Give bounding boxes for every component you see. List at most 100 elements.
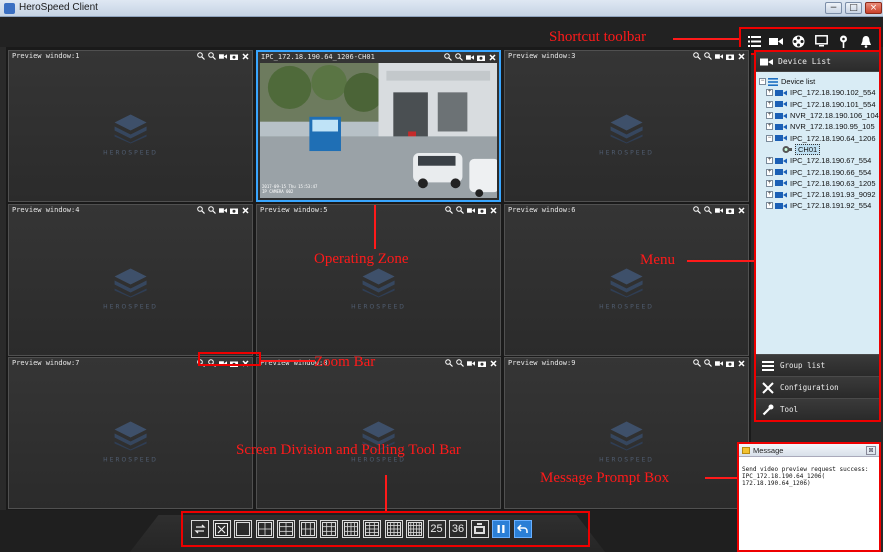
- snapshot-icon[interactable]: [726, 359, 734, 367]
- expand-toggle[interactable]: +: [766, 112, 773, 120]
- snapshot-icon[interactable]: [726, 52, 734, 60]
- zoom-in-icon[interactable]: [197, 52, 205, 60]
- zoom-in-icon[interactable]: [693, 52, 701, 60]
- camera-icon[interactable]: [768, 33, 784, 49]
- record-icon[interactable]: [466, 53, 474, 61]
- preview-pane[interactable]: Preview window:5 HEROSPEED: [256, 204, 501, 356]
- layout-10-icon[interactable]: [341, 520, 360, 538]
- close-pane-icon[interactable]: [241, 206, 249, 214]
- snapshot-icon[interactable]: [726, 206, 734, 214]
- tree-device-item[interactable]: + NVR_172.18.190.106_104: [756, 110, 879, 121]
- zoom-out-icon[interactable]: [456, 359, 464, 367]
- tree-device-item[interactable]: − IPC_172.18.190.64_1206: [756, 132, 879, 143]
- map-pin-icon[interactable]: [835, 33, 851, 49]
- zoom-in-icon[interactable]: [693, 359, 701, 367]
- snapshot-icon[interactable]: [478, 359, 486, 367]
- layout-20-icon[interactable]: [406, 520, 424, 538]
- expand-toggle[interactable]: +: [766, 202, 773, 210]
- zoom-out-icon[interactable]: [704, 206, 712, 214]
- tree-channel-item[interactable]: CH01: [756, 143, 879, 155]
- maximize-button[interactable]: □: [845, 2, 862, 14]
- preview-pane[interactable]: IPC_172.18.190.64_1206-CH01 2017-09-15 Th…: [256, 50, 501, 202]
- record-icon[interactable]: [715, 359, 723, 367]
- polling-icon[interactable]: [191, 520, 209, 538]
- preview-pane[interactable]: Preview window:1 HEROSPEED: [8, 50, 253, 202]
- message-close-button[interactable]: ⊠: [866, 446, 876, 455]
- record-icon[interactable]: [219, 52, 227, 60]
- zoom-out-icon[interactable]: [704, 52, 712, 60]
- tree-device-item[interactable]: + IPC_172.18.190.67_554: [756, 155, 879, 166]
- tool-button[interactable]: Tool: [756, 398, 879, 420]
- expand-toggle[interactable]: +: [766, 100, 773, 108]
- expand-toggle[interactable]: −: [766, 134, 773, 142]
- minimize-button[interactable]: −: [825, 2, 842, 14]
- record-icon[interactable]: [715, 52, 723, 60]
- tree-device-item[interactable]: + IPC_172.18.190.66_554: [756, 166, 879, 177]
- zoom-out-icon[interactable]: [208, 52, 216, 60]
- snapshot-icon[interactable]: [477, 53, 485, 61]
- preview-pane[interactable]: Preview window:4 HEROSPEED: [8, 204, 253, 356]
- zoom-out-icon[interactable]: [455, 53, 463, 61]
- collapse-toggle[interactable]: −: [759, 78, 766, 86]
- close-pane-icon[interactable]: [489, 359, 497, 367]
- zoom-out-icon[interactable]: [704, 359, 712, 367]
- record-icon[interactable]: [467, 359, 475, 367]
- close-pane-icon[interactable]: [241, 52, 249, 60]
- tree-root[interactable]: − Device list: [756, 76, 879, 87]
- layout-6-icon[interactable]: [277, 520, 295, 538]
- preview-pane[interactable]: Preview window:8 HEROSPEED: [256, 357, 501, 509]
- tree-device-item[interactable]: + IPC_172.18.190.101_554: [756, 99, 879, 110]
- zoom-in-icon[interactable]: [444, 53, 452, 61]
- close-pane-icon[interactable]: [489, 206, 497, 214]
- layout-4-icon[interactable]: [255, 520, 274, 538]
- expand-toggle[interactable]: +: [766, 168, 773, 176]
- preview-pane[interactable]: Preview window:7 HEROSPEED: [8, 357, 253, 509]
- alarm-bell-icon[interactable]: [858, 33, 874, 49]
- return-icon[interactable]: [513, 520, 532, 538]
- expand-toggle[interactable]: +: [766, 191, 773, 199]
- tree-device-item[interactable]: + IPC_172.18.191.93_9092: [756, 189, 879, 200]
- configuration-button[interactable]: Configuration: [756, 376, 879, 398]
- expand-toggle[interactable]: +: [766, 89, 773, 97]
- close-pane-icon[interactable]: [737, 52, 745, 60]
- custom-layout-icon[interactable]: [470, 520, 489, 538]
- zoom-out-icon[interactable]: [456, 206, 464, 214]
- record-icon[interactable]: [715, 206, 723, 214]
- monitor-icon[interactable]: [813, 33, 829, 49]
- tree-device-item[interactable]: + IPC_172.18.190.63_1205: [756, 178, 879, 189]
- close-pane-icon[interactable]: [488, 53, 496, 61]
- layout-13-icon[interactable]: [363, 520, 381, 538]
- expand-toggle[interactable]: +: [766, 157, 773, 165]
- zoom-in-icon[interactable]: [693, 206, 701, 214]
- layout-16-icon[interactable]: [384, 520, 403, 538]
- fullscreen-icon[interactable]: [212, 520, 231, 538]
- expand-toggle[interactable]: +: [766, 179, 773, 187]
- zoom-in-icon[interactable]: [445, 359, 453, 367]
- zoom-in-icon[interactable]: [197, 206, 205, 214]
- expand-toggle[interactable]: +: [766, 123, 773, 131]
- layout-36-button[interactable]: 36: [449, 520, 467, 538]
- record-icon[interactable]: [219, 206, 227, 214]
- layout-9-icon[interactable]: [320, 520, 338, 538]
- layout-8-icon[interactable]: [298, 520, 317, 538]
- snapshot-icon[interactable]: [230, 52, 238, 60]
- preview-pane[interactable]: Preview window:9 HEROSPEED: [504, 357, 749, 509]
- close-pane-icon[interactable]: [737, 359, 745, 367]
- close-button[interactable]: ×: [865, 2, 882, 14]
- zoom-in-icon[interactable]: [445, 206, 453, 214]
- layout-25-button[interactable]: 25: [427, 520, 446, 538]
- tree-device-item[interactable]: + IPC_172.18.190.102_554: [756, 87, 879, 98]
- layout-1-icon[interactable]: [234, 520, 252, 538]
- zoom-out-icon[interactable]: [208, 206, 216, 214]
- camera-video-feed[interactable]: 2017-09-15 Thu 15:53:47 IP CAMERA 002: [260, 63, 497, 198]
- preview-pane[interactable]: Preview window:6 HEROSPEED: [504, 204, 749, 356]
- snapshot-icon[interactable]: [230, 206, 238, 214]
- tree-device-item[interactable]: + NVR_172.18.190.95_105: [756, 121, 879, 132]
- record-icon[interactable]: [467, 206, 475, 214]
- close-pane-icon[interactable]: [737, 206, 745, 214]
- tree-device-item[interactable]: + IPC_172.18.191.92_554: [756, 200, 879, 211]
- group-list-button[interactable]: Group list: [756, 354, 879, 376]
- pause-icon[interactable]: [492, 520, 510, 538]
- film-reel-icon[interactable]: [791, 33, 807, 49]
- device-list-header[interactable]: Device List: [756, 52, 879, 72]
